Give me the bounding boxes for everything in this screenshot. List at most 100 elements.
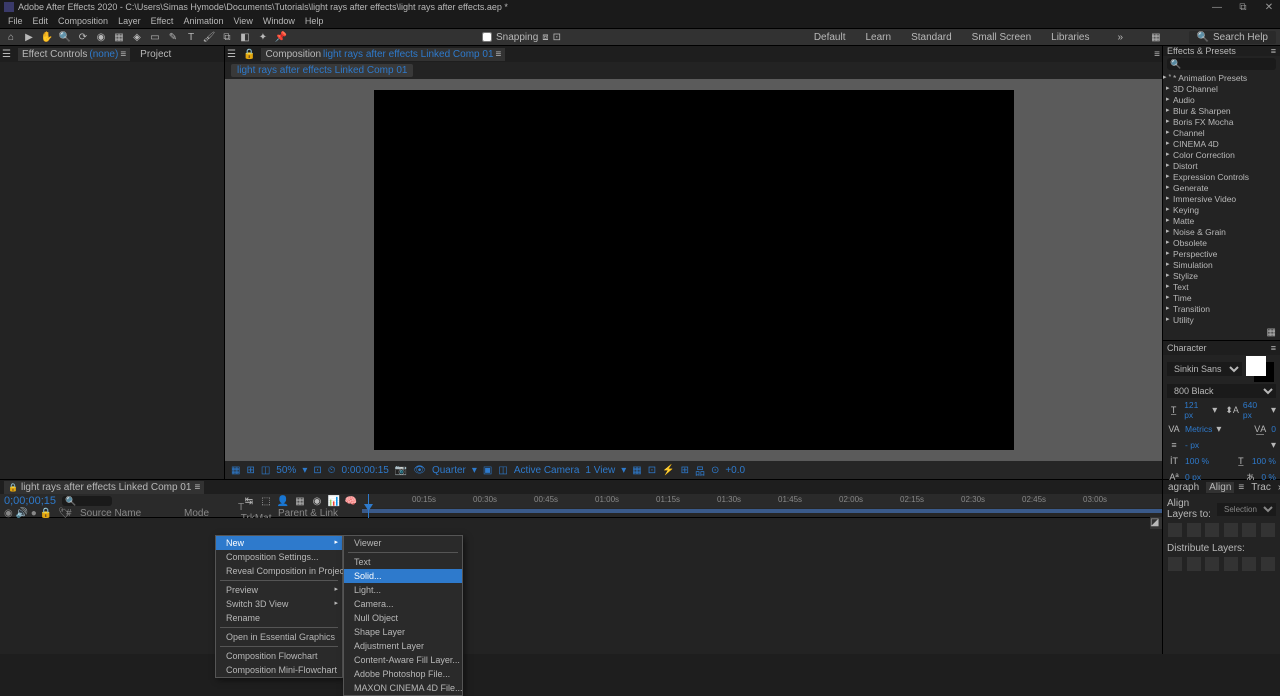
context-menu-item[interactable]: Open in Essential Graphics — [216, 630, 342, 644]
timeline-tab[interactable]: 🔒 light rays after effects Linked Comp 0… — [4, 481, 204, 494]
col-source[interactable]: Source Name — [74, 508, 184, 519]
align-left-button[interactable] — [1168, 523, 1182, 537]
workspace-small-screen[interactable]: Small Screen — [972, 32, 1031, 43]
effect-category[interactable]: Time — [1165, 292, 1278, 303]
close-button[interactable]: ✕ — [1262, 2, 1276, 12]
effect-category[interactable]: Matte — [1165, 215, 1278, 226]
menu-layer[interactable]: Layer — [114, 16, 145, 26]
context-menu-item[interactable]: Content-Aware Fill Layer... — [344, 653, 462, 667]
tab-project[interactable]: Project — [136, 48, 175, 61]
orbit-tool-icon[interactable]: ⟳ — [76, 30, 90, 44]
new-bin-icon[interactable]: ▦ — [1267, 327, 1276, 338]
pan-behind-tool-icon[interactable]: ◈ — [130, 30, 144, 44]
work-area-bar[interactable] — [362, 509, 1162, 513]
effect-category[interactable]: Stylize — [1165, 270, 1278, 281]
comp-breadcrumb[interactable]: light rays after effects Linked Comp 01 — [231, 64, 413, 77]
home-icon[interactable]: ⌂ — [4, 30, 18, 44]
resolution[interactable]: Quarter — [432, 465, 466, 476]
dist-left-button[interactable] — [1224, 557, 1238, 571]
menu-effect[interactable]: Effect — [147, 16, 178, 26]
effect-category[interactable]: Blur & Sharpen — [1165, 105, 1278, 116]
effect-category[interactable]: CINEMA 4D — [1165, 138, 1278, 149]
align-right-button[interactable] — [1205, 523, 1219, 537]
context-menu-item[interactable]: Viewer — [344, 536, 462, 550]
exposure[interactable]: +0.0 — [725, 465, 745, 476]
timeline-ruler-area[interactable]: 00:15s00:30s00:45s01:00s01:15s01:30s01:4… — [362, 494, 1162, 517]
channel-icon[interactable]: ▦ — [231, 465, 240, 476]
effect-category[interactable]: Audio — [1165, 94, 1278, 105]
grid-icon[interactable]: ⊞ — [246, 465, 254, 476]
rect-tool-icon[interactable]: ▭ — [148, 30, 162, 44]
align-to-select[interactable]: Selection — [1217, 503, 1276, 516]
timeline-body[interactable]: ◪ — [0, 518, 1162, 654]
visibility-icon[interactable]: ◉ — [4, 508, 13, 519]
context-menu-item[interactable]: Shape Layer — [344, 625, 462, 639]
selection-tool-icon[interactable]: ▶ — [22, 30, 36, 44]
font-size[interactable]: 121 px — [1184, 400, 1208, 420]
mag-dropdown-icon[interactable]: ▾ — [302, 465, 307, 476]
effect-category[interactable]: * Animation Presets — [1165, 72, 1278, 83]
res-dropdown-icon[interactable]: ▾ — [472, 465, 477, 476]
font-family-select[interactable]: Sinkin Sans — [1167, 362, 1242, 376]
current-timecode[interactable]: 0;00;00;15 — [4, 495, 56, 507]
timecode-icon[interactable]: ⏲ — [328, 465, 336, 476]
snapshot-icon[interactable]: 📷 — [395, 465, 407, 476]
lock-icon[interactable]: 🔒 — [8, 483, 18, 492]
clone-tool-icon[interactable]: ⧉ — [220, 30, 234, 44]
flowchart-icon[interactable]: 品 — [695, 463, 705, 478]
panel-opts-icon[interactable]: ≡ — [1238, 482, 1244, 493]
effect-category[interactable]: Keying — [1165, 204, 1278, 215]
roi-icon[interactable]: ▣ — [483, 465, 492, 476]
context-menu-item[interactable]: Text — [344, 555, 462, 569]
brain-icon[interactable]: 🧠 — [344, 494, 358, 508]
context-menu-item[interactable]: Adobe Photoshop File... — [344, 667, 462, 681]
hand-tool-icon[interactable]: ✋ — [40, 30, 54, 44]
align-top-button[interactable] — [1224, 523, 1238, 537]
effect-category[interactable]: Expression Controls — [1165, 171, 1278, 182]
context-menu-item[interactable]: Camera... — [344, 597, 462, 611]
res-icon[interactable]: ⊡ — [313, 465, 321, 476]
horizontal-scale[interactable]: 100 % — [1252, 456, 1276, 466]
shy-icon[interactable]: 👤 — [276, 494, 290, 508]
frame-blend-icon[interactable]: ▦ — [293, 494, 307, 508]
pen-tool-icon[interactable]: ✎ — [166, 30, 180, 44]
context-menu-item[interactable]: Light... — [344, 583, 462, 597]
tab-effect-controls[interactable]: Effect Controls (none) ≡ — [18, 48, 130, 61]
workspace-learn[interactable]: Learn — [866, 32, 892, 43]
eraser-tool-icon[interactable]: ◧ — [238, 30, 252, 44]
align-hcenter-button[interactable] — [1187, 523, 1201, 537]
tab-paragraph[interactable]: agraph — [1165, 482, 1202, 493]
type-tool-icon[interactable]: T — [184, 30, 198, 44]
context-menu-item[interactable]: Rename — [216, 611, 342, 625]
context-menu-item[interactable]: Reveal Composition in Project — [216, 564, 342, 578]
effect-category[interactable]: Distort — [1165, 160, 1278, 171]
effect-category[interactable]: 3D Channel — [1165, 83, 1278, 94]
effects-search-input[interactable] — [1167, 58, 1276, 70]
context-menu-item[interactable]: Composition Settings... — [216, 550, 342, 564]
panel-opts-icon[interactable]: ≡ — [1271, 343, 1276, 353]
timeline-icon[interactable]: ⊞ — [681, 465, 689, 476]
rotation-tool-icon[interactable]: ◉ — [94, 30, 108, 44]
timeline-search-input[interactable] — [62, 496, 112, 506]
audio-icon[interactable]: 🔊 — [16, 508, 28, 519]
tab-composition[interactable]: Composition light rays after effects Lin… — [261, 48, 505, 61]
roto-tool-icon[interactable]: ✦ — [256, 30, 270, 44]
transparency-icon[interactable]: ◫ — [498, 465, 507, 476]
effect-category[interactable]: Channel — [1165, 127, 1278, 138]
show-snapshot-icon[interactable]: 👁 — [413, 465, 426, 476]
view-dropdown-icon[interactable]: ▾ — [621, 465, 626, 476]
share-icon[interactable]: ▦ — [632, 465, 641, 476]
context-menu-item[interactable]: Composition Mini-Flowchart — [216, 663, 342, 677]
panel-close-icon[interactable]: ≡ — [1154, 49, 1160, 60]
snapping-checkbox[interactable] — [482, 32, 492, 42]
menu-help[interactable]: Help — [301, 16, 328, 26]
fast-preview-icon[interactable]: ⚡ — [662, 465, 674, 476]
pixel-icon[interactable]: ⊡ — [648, 465, 656, 476]
effect-category[interactable]: Simulation — [1165, 259, 1278, 270]
solo-icon[interactable]: ● — [31, 508, 37, 519]
tracking[interactable]: 0 — [1271, 424, 1276, 434]
effect-category[interactable]: Generate — [1165, 182, 1278, 193]
context-menu-item[interactable]: Solid... — [344, 569, 462, 583]
timeline-navigator[interactable]: ◪ — [1150, 517, 1162, 529]
active-camera[interactable]: Active Camera — [514, 465, 580, 476]
